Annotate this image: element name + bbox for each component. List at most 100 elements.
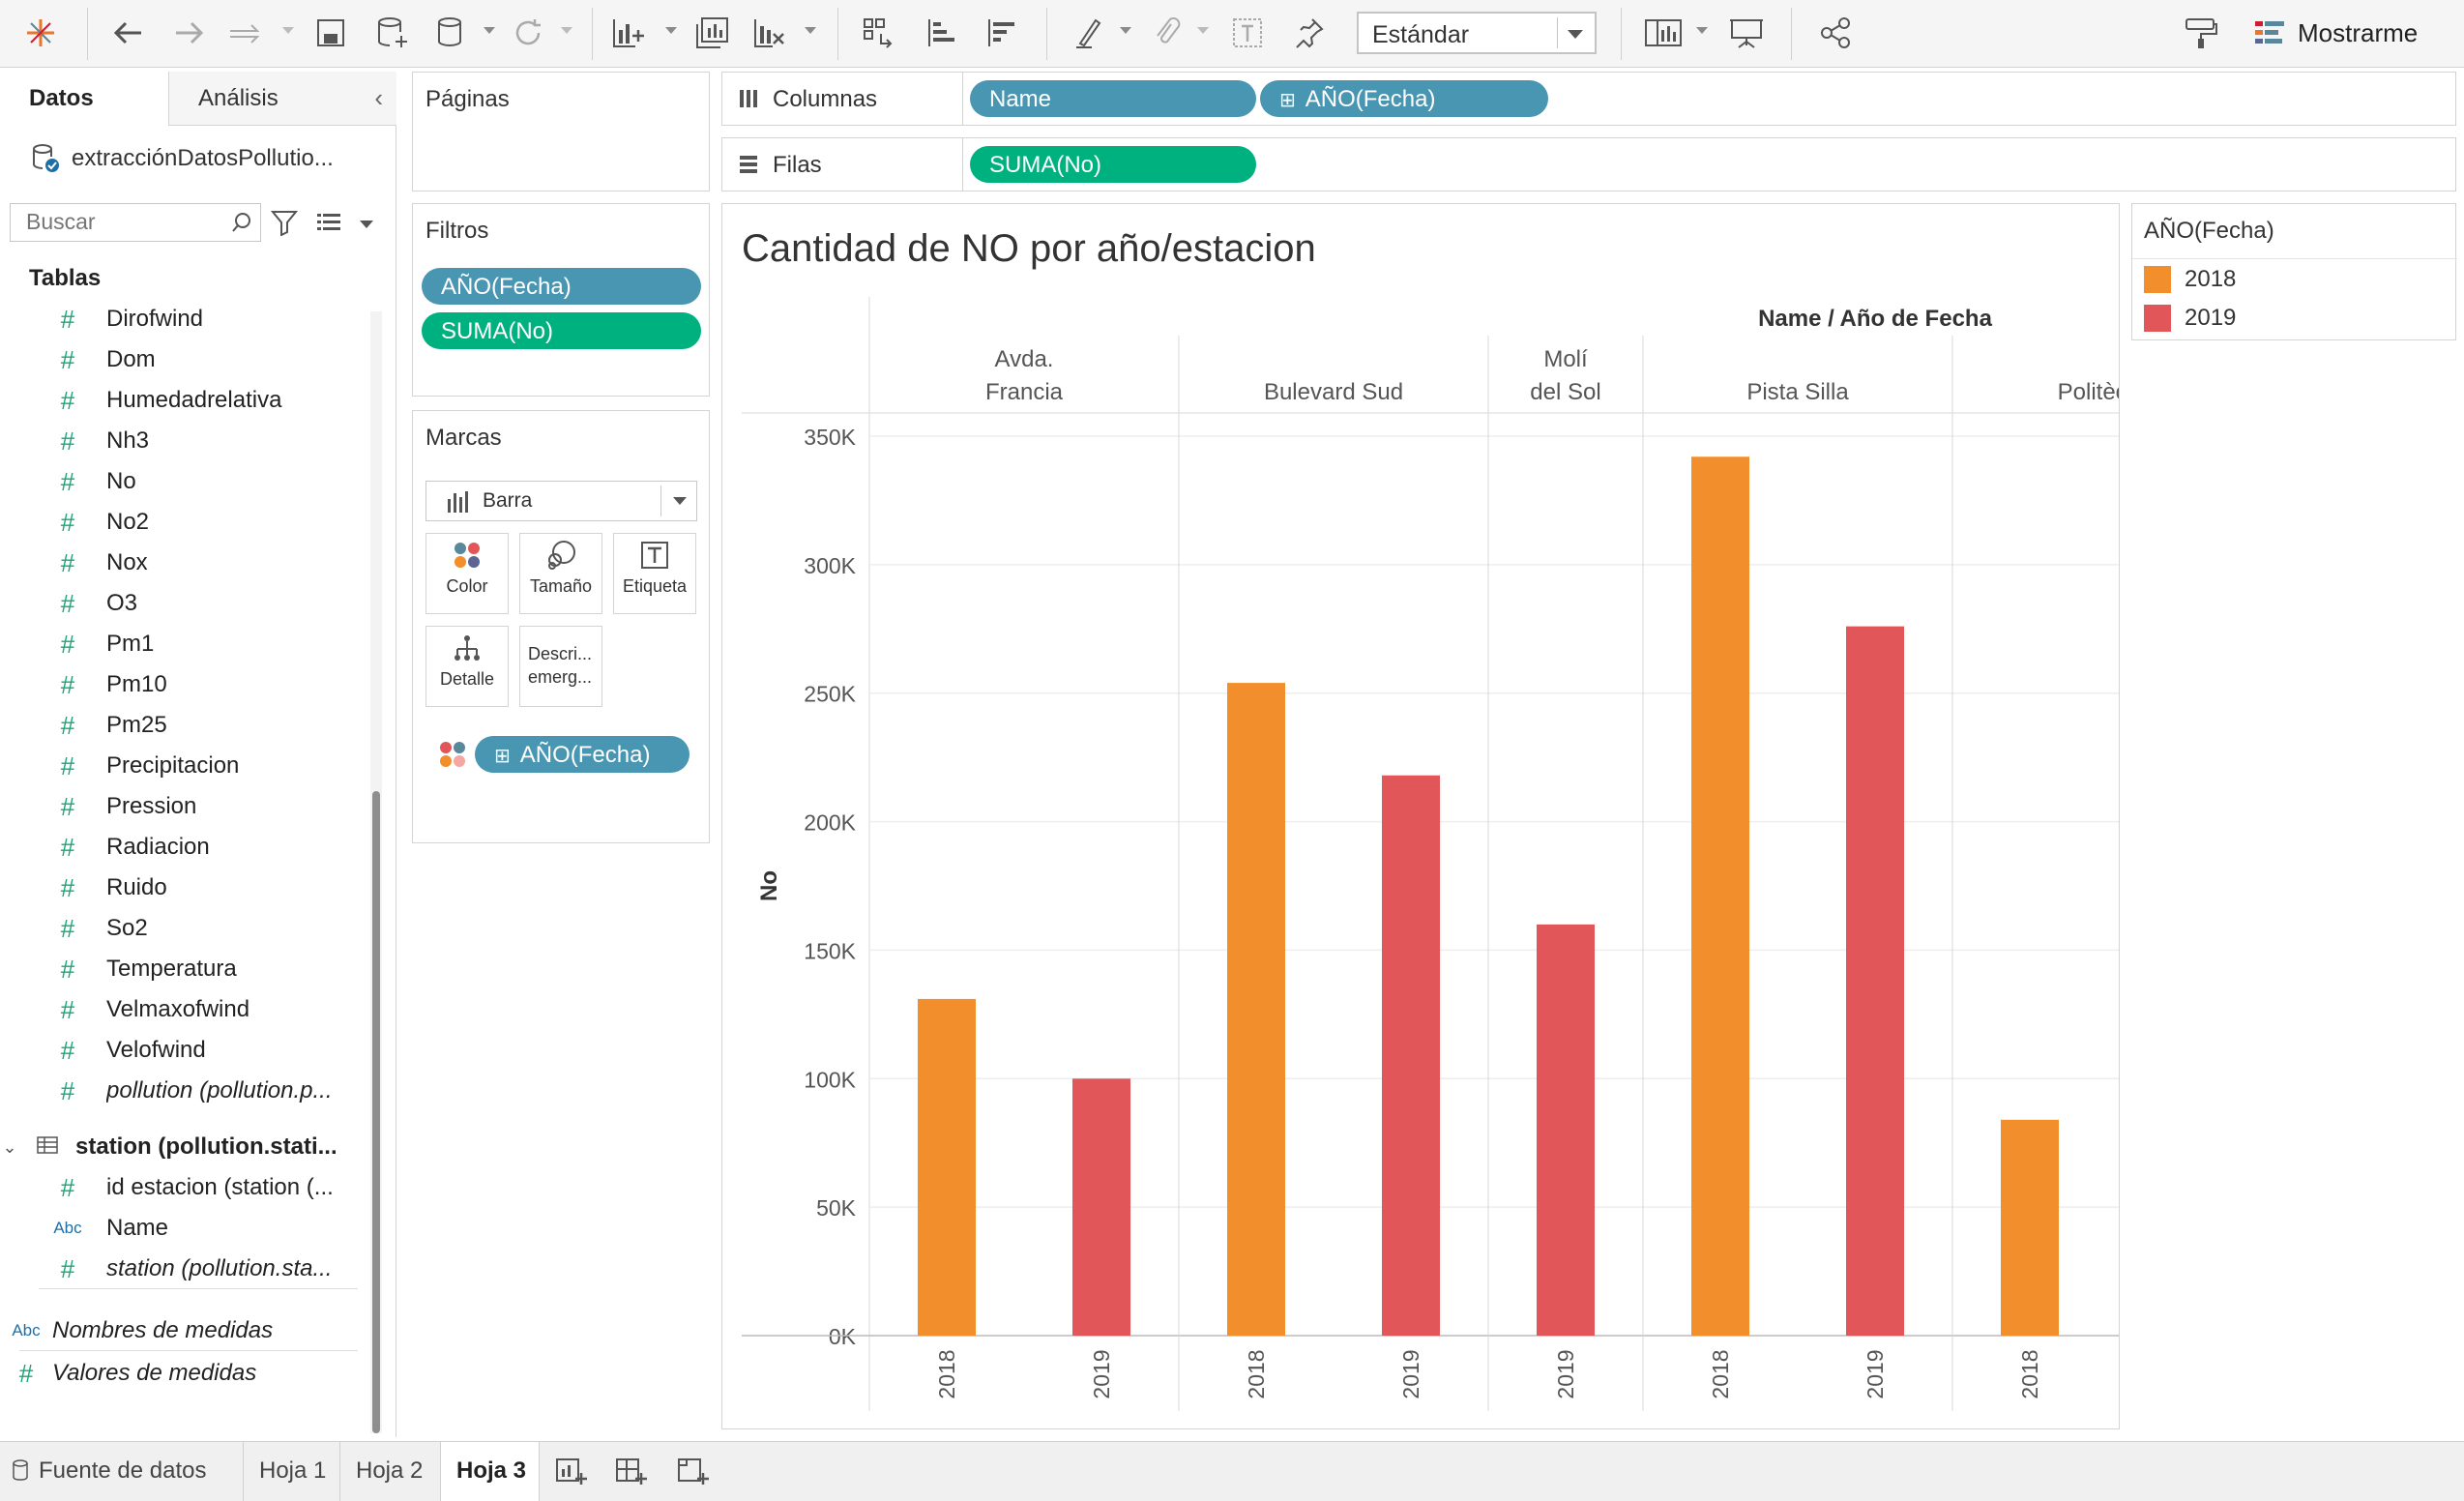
field-item[interactable]: # Pression xyxy=(29,787,387,826)
save-icon[interactable] xyxy=(311,14,350,52)
field-item[interactable]: # Humedadrelativa xyxy=(29,381,387,420)
new-worksheet-tab-icon[interactable] xyxy=(555,1456,588,1493)
view-options-caret[interactable] xyxy=(360,221,373,228)
field-item[interactable]: # No2 xyxy=(29,503,387,542)
duplicate-sheet-icon[interactable] xyxy=(692,14,731,52)
legend-item-2018[interactable]: 2018 xyxy=(2144,266,2236,293)
show-mark-labels-icon[interactable] xyxy=(1228,14,1267,52)
field-item[interactable]: # Dirofwind xyxy=(29,300,387,338)
field-item[interactable]: # Velofwind xyxy=(29,1031,387,1070)
color-encoding-icon xyxy=(440,742,465,767)
format-painter-icon[interactable] xyxy=(2182,14,2220,52)
field-item[interactable]: # station (pollution.sta... xyxy=(29,1250,387,1288)
tab-hoja-1[interactable]: Hoja 1 xyxy=(244,1442,340,1501)
field-item[interactable]: # Pm25 xyxy=(29,706,387,745)
field-item[interactable]: # Dom xyxy=(29,340,387,379)
fix-axes-icon[interactable] xyxy=(1290,14,1329,52)
tab-analisis[interactable]: Análisis ‹ xyxy=(168,72,396,126)
clear-sheet-icon[interactable] xyxy=(750,14,789,52)
new-story-icon[interactable] xyxy=(677,1456,710,1493)
field-item[interactable]: # Temperatura xyxy=(29,950,387,988)
swap-rows-columns-icon[interactable] xyxy=(859,14,897,52)
filter-pill-year[interactable]: AÑO(Fecha) xyxy=(422,268,701,305)
redo-icon[interactable] xyxy=(170,14,209,52)
field-item[interactable]: # O3 xyxy=(29,584,387,623)
detail-button[interactable]: Detalle xyxy=(425,626,509,707)
field-item[interactable]: # Velmaxofwind xyxy=(29,990,387,1029)
field-item[interactable]: # No xyxy=(29,462,387,501)
tableau-logo-icon[interactable] xyxy=(21,14,60,52)
label-button[interactable]: Etiqueta xyxy=(613,533,696,614)
column-header-title: Name / Año de Fecha xyxy=(1758,306,1992,332)
group-members-icon[interactable] xyxy=(1147,14,1186,52)
columns-pill-name[interactable]: Name xyxy=(970,80,1256,117)
collapse-pane-icon[interactable]: ‹ xyxy=(374,83,383,113)
field-item[interactable]: # Ruido xyxy=(29,868,387,907)
tab-hoja-2[interactable]: Hoja 2 xyxy=(340,1442,441,1501)
color-button[interactable]: Color xyxy=(425,533,509,614)
chevron-down-icon xyxy=(673,497,687,505)
fields-scrollbar-thumb[interactable] xyxy=(372,791,380,1433)
field-item[interactable]: # id estacion (station (... xyxy=(29,1168,387,1207)
pause-updates-icon[interactable] xyxy=(431,14,470,52)
measure-hash-icon: # xyxy=(60,872,75,902)
measure-names-item[interactable]: Abc Nombres de medidas xyxy=(0,1311,358,1350)
columns-icon xyxy=(740,90,757,107)
field-item[interactable]: # So2 xyxy=(29,909,387,948)
new-datasource-icon[interactable] xyxy=(373,14,412,52)
sort-ascending-icon[interactable] xyxy=(923,14,961,52)
field-item[interactable]: # pollution (pollution.p... xyxy=(29,1072,387,1110)
field-item[interactable]: # Pm10 xyxy=(29,665,387,704)
sort-descending-icon[interactable] xyxy=(983,14,1021,52)
columns-pill-year[interactable]: ⊞ AÑO(Fecha) xyxy=(1260,80,1548,117)
measure-hash-icon: # xyxy=(60,913,75,943)
bar-chart[interactable]: Name / Año de Fecha 0K 50K 100K 150K 200K 250K… xyxy=(722,204,2119,1428)
presentation-mode-icon[interactable] xyxy=(1727,14,1766,52)
refresh-icon[interactable] xyxy=(509,14,547,52)
highlight-icon[interactable] xyxy=(1070,14,1108,52)
table-item-station[interactable]: ⌄ station (pollution.stati... xyxy=(0,1128,358,1166)
share-icon[interactable] xyxy=(1816,14,1855,52)
tab-hoja-3[interactable]: Hoja 3 xyxy=(441,1442,540,1501)
field-item[interactable]: # Nh3 xyxy=(29,422,387,460)
tab-datos[interactable]: Datos xyxy=(0,72,168,126)
chevron-down-icon xyxy=(1568,30,1583,39)
field-label: Pression xyxy=(106,793,197,819)
fields-scrollbar-track[interactable] xyxy=(370,311,382,1433)
columns-shelf[interactable]: Columnas Name ⊞ AÑO(Fecha) xyxy=(721,72,2456,126)
tooltip-button[interactable]: Descri... emerg... xyxy=(519,626,602,707)
tab-analisis-label: Análisis xyxy=(198,85,279,111)
size-button[interactable]: Tamaño xyxy=(519,533,602,614)
rows-pill-sum-no[interactable]: SUMA(No) xyxy=(970,146,1256,183)
field-item[interactable]: # Pm1 xyxy=(29,625,387,663)
filter-pill-sum-no[interactable]: SUMA(No) xyxy=(422,312,701,349)
field-item[interactable]: Abc Name xyxy=(29,1209,387,1248)
view-list-icon[interactable] xyxy=(315,211,342,234)
filters-shelf[interactable]: Filtros AÑO(Fecha) SUMA(No) xyxy=(412,203,710,397)
field-item[interactable]: # Radiacion xyxy=(29,828,387,867)
field-item[interactable]: # Precipitacion xyxy=(29,747,387,785)
replay-icon[interactable] xyxy=(228,14,267,52)
filter-icon[interactable] xyxy=(271,209,298,236)
new-dashboard-icon[interactable] xyxy=(615,1456,648,1493)
tab-datasource[interactable]: Fuente de datos xyxy=(0,1442,244,1501)
pages-shelf[interactable]: Páginas xyxy=(412,72,710,191)
new-worksheet-icon[interactable] xyxy=(609,14,648,52)
rows-shelf[interactable]: Filas SUMA(No) xyxy=(721,137,2456,191)
expand-plus-icon: ⊞ xyxy=(1279,90,1296,111)
color-legend[interactable]: AÑO(Fecha) 2018 2019 xyxy=(2131,203,2457,340)
marks-pill-year[interactable]: ⊞ AÑO(Fecha) xyxy=(475,736,689,773)
show-me-button[interactable]: Mostrarme xyxy=(2253,12,2447,54)
measure-values-item[interactable]: # Valores de medidas xyxy=(0,1354,358,1393)
measure-hash-icon: # xyxy=(60,426,75,456)
undo-icon[interactable] xyxy=(108,14,147,52)
field-item[interactable]: # Nox xyxy=(29,544,387,582)
datasource-item[interactable]: extracciónDatosPollutio... xyxy=(31,139,389,178)
view-size-select[interactable]: Estándar xyxy=(1357,12,1597,54)
mark-type-select[interactable]: Barra xyxy=(425,481,697,521)
search-box[interactable] xyxy=(10,203,261,242)
search-input[interactable] xyxy=(11,204,214,239)
legend-item-2019[interactable]: 2019 xyxy=(2144,305,2236,332)
search-icon xyxy=(232,213,250,232)
show-cards-icon[interactable] xyxy=(1644,14,1683,52)
